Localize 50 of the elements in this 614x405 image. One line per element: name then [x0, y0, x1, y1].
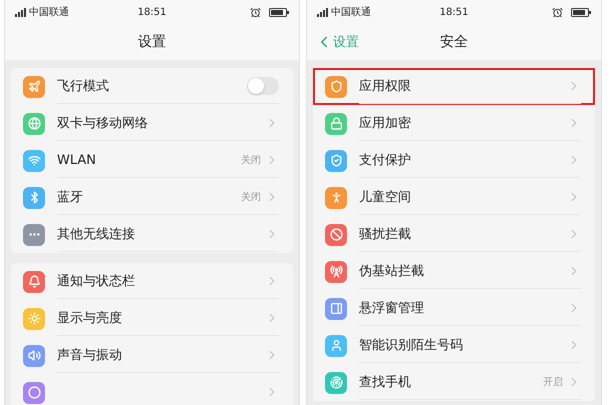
setting-label: 应用加密: [359, 115, 412, 132]
alarm-icon: [552, 6, 563, 18]
setting-label: 应用权限: [359, 78, 412, 95]
setting-label: 蓝牙: [57, 189, 84, 206]
carrier-name: 中国联通: [29, 6, 69, 19]
settings-row[interactable]: 伪基站拦截: [313, 253, 595, 290]
setting-value: 开启: [543, 376, 563, 389]
setting-label: 查找手机: [359, 374, 412, 391]
settings-row[interactable]: 蓝牙 关闭: [11, 179, 293, 216]
page-title: 设置: [138, 33, 166, 51]
settings-row[interactable]: 通知与状态栏: [11, 263, 293, 300]
setting-label: 骚扰拦截: [359, 226, 412, 243]
settings-row[interactable]: 智能识别陌生号码: [313, 327, 595, 364]
setting-label: 声音与振动: [57, 347, 123, 364]
setting-label: 其他无线连接: [57, 226, 136, 243]
carrier-name: 中国联通: [331, 6, 371, 19]
settings-row[interactable]: 悬浮窗管理: [313, 290, 595, 327]
setting-label: 通知与状态栏: [57, 273, 136, 290]
page-title: 安全: [440, 33, 468, 51]
clock-time: 18:51: [440, 6, 468, 18]
setting-label: 儿童空间: [359, 189, 412, 206]
settings-row[interactable]: 应用权限: [313, 68, 595, 105]
settings-row[interactable]: 显示与亮度: [11, 300, 293, 337]
settings-row[interactable]: 骚扰拦截: [313, 216, 595, 253]
battery-icon: [571, 8, 591, 16]
setting-label: WLAN: [57, 152, 98, 168]
clock-time: 18:51: [138, 6, 166, 18]
settings-row[interactable]: 儿童空间: [313, 179, 595, 216]
setting-value: 关闭: [241, 154, 261, 167]
setting-label: 悬浮窗管理: [359, 300, 425, 317]
settings-row[interactable]: 其他无线连接: [11, 216, 293, 253]
setting-label: 支付保护: [359, 152, 412, 169]
setting-label: 伪基站拦截: [359, 263, 425, 280]
toggle-switch[interactable]: [247, 77, 279, 95]
settings-row[interactable]: WLAN 关闭: [11, 142, 293, 179]
settings-row[interactable]: 查找手机 开启: [313, 364, 595, 401]
setting-label: 智能识别陌生号码: [359, 337, 464, 354]
setting-label: 显示与亮度: [57, 310, 123, 327]
setting-value: 关闭: [241, 190, 261, 204]
setting-label: 双卡与移动网络: [57, 115, 149, 132]
settings-row[interactable]: 双卡与移动网络: [11, 105, 293, 142]
settings-row[interactable]: 应用加密: [313, 105, 595, 142]
settings-row[interactable]: 飞行模式: [11, 68, 293, 105]
signal-icon: [317, 8, 329, 16]
battery-icon: [269, 8, 289, 16]
settings-row[interactable]: 声音与振动: [11, 337, 293, 374]
settings-row[interactable]: 支付保护: [313, 142, 595, 179]
setting-label: 飞行模式: [57, 78, 110, 95]
signal-icon: [15, 8, 27, 16]
alarm-icon: [250, 6, 261, 18]
